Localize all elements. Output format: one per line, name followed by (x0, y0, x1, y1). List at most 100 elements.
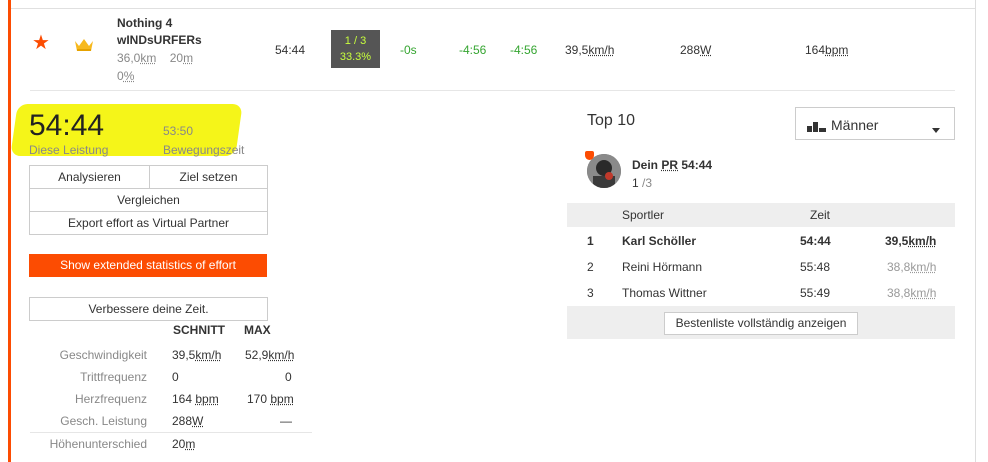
stats-divider (30, 432, 312, 433)
personal-record-box: Dein PR 54:44 1 /3 (567, 147, 955, 203)
stat-elevation-avg: 20m (172, 437, 195, 451)
star-icon[interactable]: ★ (32, 33, 50, 53)
row-time: 55:48 (800, 260, 831, 274)
row-athlete[interactable]: Reini Hörmann (622, 260, 702, 274)
improve-time-button[interactable]: Verbessere deine Zeit. (29, 297, 268, 321)
row-speed: 39,5km/h (885, 234, 936, 248)
row-rank: 1 (587, 234, 594, 248)
stat-speed-max-unit: km/h (268, 348, 295, 362)
distance-unit: km (140, 51, 157, 65)
compare-button[interactable]: Vergleichen (29, 188, 268, 212)
row-rank: 2 (587, 260, 594, 274)
stats-header-max: MAX (244, 323, 271, 337)
pr-rank-of: /3 (638, 176, 653, 190)
pr-badge-icon (585, 151, 594, 160)
row-athlete[interactable]: Thomas Wittner (622, 286, 707, 300)
power-value: 288 (680, 43, 701, 57)
stat-hr-max-value: 170 (247, 392, 271, 406)
segment-grade: 0% (117, 69, 134, 83)
segment-distance: 36,0 (117, 51, 141, 65)
rank-percent: 33.3% (339, 51, 372, 63)
stat-power-avg-value: 288 (172, 414, 193, 428)
crown-icon (74, 38, 94, 57)
stat-label-elevation: Höhenunterschied (49, 437, 147, 451)
pr-abbr: PR (661, 158, 679, 172)
stat-hr-avg: 164 bpm (172, 392, 219, 406)
stat-hr-avg-value: 164 (172, 392, 196, 406)
stat-elevation-value: 20 (172, 437, 186, 451)
stat-label-speed: Geschwindigkeit (59, 348, 147, 362)
header-time: Zeit (810, 208, 831, 222)
stat-label-cadence: Trittfrequenz (80, 370, 147, 384)
stat-speed-avg: 39,5km/h (172, 348, 221, 362)
grade-value: 0 (117, 69, 124, 83)
diff-2: -4:56 (459, 43, 487, 57)
row-rank: 3 (587, 286, 594, 300)
stat-hr-avg-unit: bpm (195, 392, 219, 406)
hr-unit: bpm (825, 43, 849, 57)
row-speed: 38,8km/h (887, 260, 936, 274)
segment-name-line1: Nothing 4 (117, 16, 173, 30)
top10-title: Top 10 (587, 112, 636, 129)
stat-speed-avg-unit: km/h (195, 348, 222, 362)
table-row[interactable]: 1 Karl Schöller 54:44 39,5km/h (567, 228, 955, 254)
row-time: 55:49 (800, 286, 831, 300)
segment-meta: 36,0km 20m (117, 51, 193, 65)
row-speed-unit: km/h (910, 260, 937, 274)
table-row[interactable]: 2 Reini Hörmann 55:48 38,8km/h (567, 254, 955, 280)
elevation-unit: m (183, 51, 194, 65)
stat-label-power: Gesch. Leistung (60, 414, 147, 428)
segment-power: 288W (680, 43, 711, 57)
row-speed-unit: km/h (908, 234, 937, 248)
segment-speed: 39,5km/h (565, 43, 614, 57)
row-speed-unit: km/h (910, 286, 937, 300)
row-athlete[interactable]: Karl Schöller (622, 234, 696, 248)
stat-power-avg-unit: W (192, 414, 204, 428)
stat-speed-max: 52,9km/h (245, 348, 294, 362)
table-row[interactable]: 3 Thomas Wittner 55:49 38,8km/h (567, 280, 955, 306)
pr-line: Dein PR 54:44 (632, 158, 712, 172)
moving-time: 53:50 (163, 124, 194, 138)
stat-hr-max-unit: bpm (270, 392, 294, 406)
bar-chart-icon (807, 119, 827, 137)
set-goal-button[interactable]: Ziel setzen (149, 165, 268, 189)
pr-prefix: Dein (632, 158, 662, 172)
leaderboard-footer: Bestenliste vollständig anzeigen (567, 306, 955, 339)
pr-time: 54:44 (678, 158, 713, 172)
gender-filter-dropdown[interactable]: Männer (795, 107, 955, 140)
row-speed-value: 38,8 (887, 260, 911, 274)
diff-1: -0s (400, 43, 417, 57)
left-accent-bar (8, 0, 11, 462)
pr-rank: 1 /3 (632, 176, 652, 190)
speed-unit: km/h (588, 43, 615, 57)
header-athlete: Sportler (622, 208, 665, 222)
dropdown-selected-value: Männer (831, 117, 879, 133)
analyze-button[interactable]: Analysieren (29, 165, 150, 189)
stat-cadence-avg: 0 (172, 370, 179, 384)
stat-label-heartrate: Herzfrequenz (74, 392, 147, 406)
effort-time: 54:44 (29, 109, 105, 142)
row-speed: 38,8km/h (887, 286, 936, 300)
grade-unit: % (123, 69, 135, 83)
effort-time-label: Diese Leistung (29, 143, 109, 157)
row-divider (30, 90, 955, 91)
stat-speed-avg-value: 39,5 (172, 348, 196, 362)
stats-header-avg: SCHNITT (173, 323, 225, 337)
caret-down-icon (931, 121, 941, 139)
show-full-leaderboard-button[interactable]: Bestenliste vollständig anzeigen (664, 312, 858, 335)
diff-3: -4:56 (510, 43, 538, 57)
segment-time: 54:44 (275, 43, 306, 57)
stat-elevation-unit: m (185, 437, 196, 451)
stat-hr-max: 170 bpm (247, 392, 294, 406)
row-speed-value: 38,8 (887, 286, 911, 300)
stat-power-max: — (280, 414, 292, 428)
segment-hr: 164bpm (805, 43, 848, 57)
row-speed-value: 39,5 (885, 234, 909, 248)
extended-stats-button[interactable]: Show extended statistics of effort (29, 254, 267, 277)
speed-value: 39,5 (565, 43, 589, 57)
right-border (975, 0, 976, 462)
export-virtual-partner-button[interactable]: Export effort as Virtual Partner (29, 211, 268, 235)
segment-name[interactable]: Nothing 4 wINDsURFERs (117, 15, 202, 49)
hr-value: 164 (805, 43, 826, 57)
power-unit: W (700, 43, 712, 57)
